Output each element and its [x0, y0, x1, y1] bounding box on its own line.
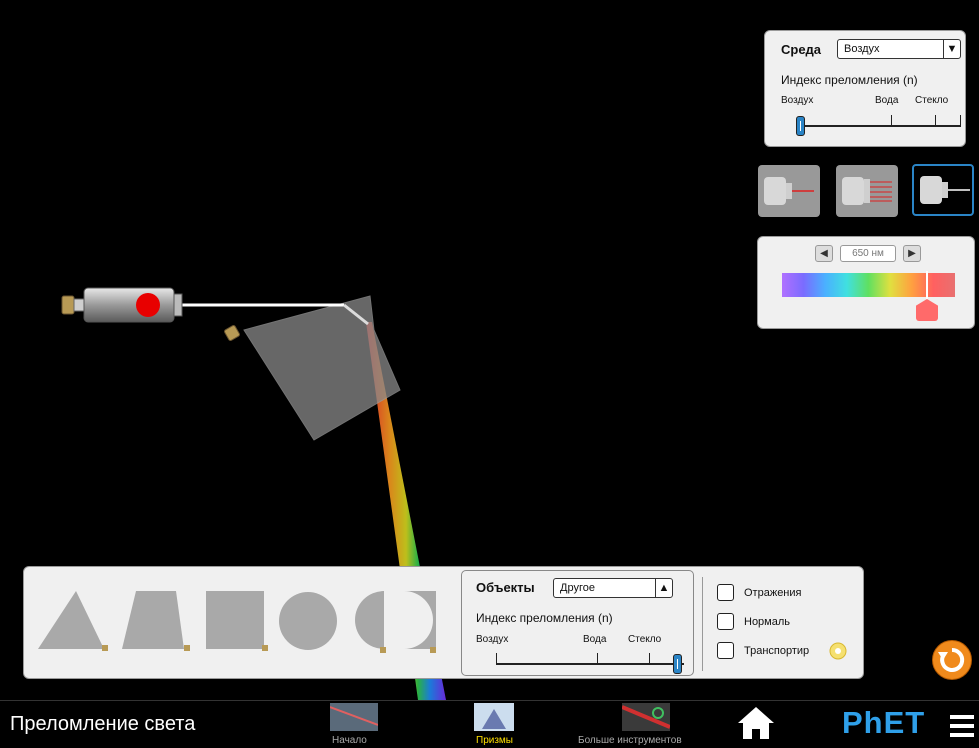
screen-tab-more-tools[interactable]: Больше инструментов: [578, 701, 712, 748]
protractor-icon: [829, 642, 847, 660]
medium-tick: [935, 115, 936, 125]
objects-index-label: Индекс преломления (n): [476, 611, 613, 625]
medium-dropdown-value: Воздух: [844, 43, 880, 55]
normal-label: Нормаль: [744, 616, 791, 628]
objects-slider-track[interactable]: [496, 663, 684, 665]
triangle-prism-icon[interactable]: [38, 591, 108, 651]
square-prism-icon[interactable]: [206, 591, 268, 651]
objects-tick-glass: Стекло: [628, 634, 662, 645]
objects-dropdown-value: Другое: [560, 582, 595, 594]
medium-panel: Среда Воздух ▼ Индекс преломления (n) Во…: [764, 30, 966, 147]
multiple-rays-button[interactable]: [836, 165, 898, 217]
single-ray-button[interactable]: [758, 165, 820, 217]
medium-tick: [891, 115, 892, 125]
wavelength-marker: [926, 271, 928, 299]
sim-title: Преломление света: [10, 713, 196, 735]
intro-screen-icon: [330, 703, 378, 731]
medium-index-label: Индекс преломления (n): [781, 73, 918, 87]
phet-logo[interactable]: PhET: [842, 705, 925, 741]
single-ray-icon: [764, 177, 814, 205]
wavelength-slider-thumb[interactable]: [916, 299, 938, 321]
wavelength-value-text: 650 нм: [852, 248, 884, 259]
medium-dropdown[interactable]: Воздух ▼: [837, 39, 961, 59]
menu-icon[interactable]: [950, 715, 974, 737]
objects-tick: [496, 653, 497, 663]
home-icon[interactable]: [736, 705, 776, 741]
laser-icon[interactable]: [61, 287, 183, 323]
medium-title: Среда: [781, 42, 822, 57]
objects-slider-thumb[interactable]: [673, 654, 682, 674]
reset-icon: [938, 647, 965, 672]
objects-tick: [597, 653, 598, 663]
prism-rotation-handle[interactable]: [224, 325, 240, 341]
protractor-checkbox[interactable]: [717, 642, 734, 659]
objects-control-panel: Объекты Другое ▲ Индекс преломления (n) …: [461, 570, 694, 676]
prism-icon: [474, 703, 514, 731]
white-light-icon: [920, 176, 970, 204]
trapezoid-prism-icon[interactable]: [122, 591, 190, 651]
wavelength-value: 650 нм: [840, 245, 896, 262]
screen-tab-intro[interactable]: Начало: [330, 701, 378, 748]
objects-tick-air: Воздух: [476, 634, 509, 645]
objects-tick: [649, 653, 650, 663]
screen-tab-prisms[interactable]: Призмы: [474, 701, 514, 748]
white-light-button[interactable]: [912, 164, 974, 216]
semicircle-lens-icon[interactable]: [355, 591, 436, 653]
normal-checkbox[interactable]: [717, 613, 734, 630]
wavelength-increment-button[interactable]: ▶: [903, 245, 921, 262]
medium-tick-glass: Стекло: [915, 95, 949, 106]
screen-tab-more-tools-label: Больше инструментов: [578, 735, 682, 746]
reset-all-button[interactable]: [932, 640, 972, 680]
prism[interactable]: [243, 295, 401, 441]
medium-tick: [960, 115, 961, 125]
reflections-checkbox[interactable]: [717, 584, 734, 601]
medium-slider-track[interactable]: [801, 125, 961, 127]
toolbox-divider: [702, 577, 703, 671]
objects-tick-water: Вода: [583, 634, 607, 645]
multiple-rays-icon: [842, 177, 892, 205]
screen-tab-prisms-label: Призмы: [476, 735, 513, 746]
chevron-up-icon: ▲: [655, 579, 672, 597]
wavelength-panel: ◀ 650 нм ▶: [757, 236, 975, 329]
medium-tick-air: Воздух: [781, 95, 814, 106]
reflections-label: Отражения: [744, 587, 802, 599]
screen-tab-intro-label: Начало: [332, 735, 367, 746]
protractor-label: Транспортир: [744, 645, 810, 657]
wavelength-spectrum-track[interactable]: [782, 273, 955, 297]
medium-tick-water: Вода: [875, 95, 899, 106]
medium-slider-thumb[interactable]: [796, 116, 805, 136]
shapes-palette: [38, 591, 436, 653]
more-tools-icon: [622, 703, 670, 731]
chevron-down-icon: ▼: [943, 40, 960, 58]
circle-prism-icon[interactable]: [279, 592, 337, 650]
objects-title: Объекты: [476, 580, 535, 595]
shapes-toolbox: Объекты Другое ▲ Индекс преломления (n) …: [23, 566, 864, 679]
wavelength-decrement-button[interactable]: ◀: [815, 245, 833, 262]
navigation-bar: Преломление света Начало Призмы Больше и…: [0, 700, 979, 748]
objects-dropdown[interactable]: Другое ▲: [553, 578, 673, 598]
